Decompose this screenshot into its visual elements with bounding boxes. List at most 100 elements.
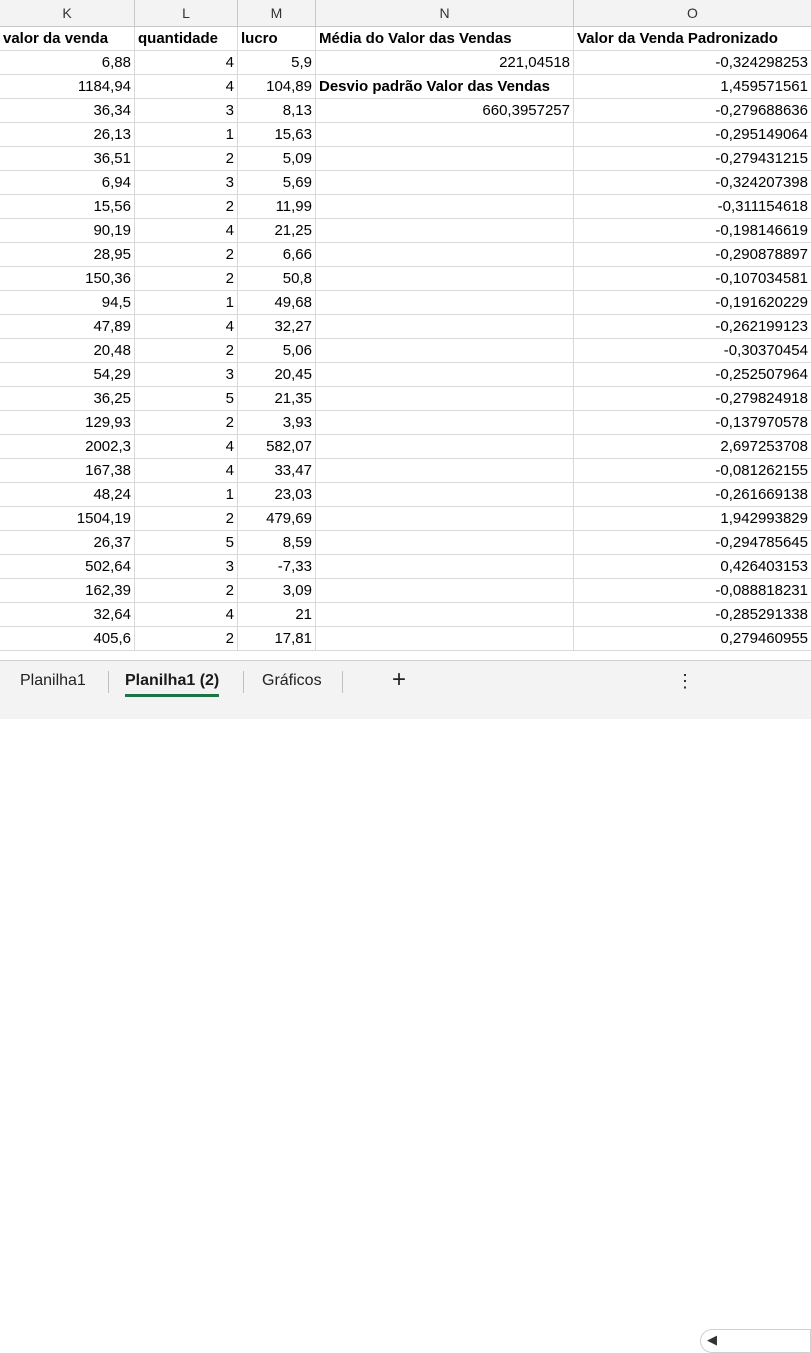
spreadsheet-grid[interactable]: K L M N O valor da venda quantidade lucr… bbox=[0, 0, 811, 660]
cell-n[interactable]: 221,04518 bbox=[316, 51, 574, 75]
cell-n[interactable] bbox=[316, 291, 574, 315]
cell-n[interactable]: Desvio padrão Valor das Vendas bbox=[316, 75, 574, 99]
cell-valor-venda[interactable]: 15,56 bbox=[0, 195, 135, 219]
cell-header-padronizado[interactable]: Valor da Venda Padronizado bbox=[574, 27, 811, 51]
cell-valor-venda[interactable]: 6,94 bbox=[0, 171, 135, 195]
cell-valor-venda[interactable]: 54,29 bbox=[0, 363, 135, 387]
cell-quantidade[interactable]: 1 bbox=[135, 483, 238, 507]
cell-lucro[interactable]: 15,63 bbox=[238, 123, 316, 147]
cell-n[interactable] bbox=[316, 603, 574, 627]
cell-padronizado[interactable]: -0,137970578 bbox=[574, 411, 811, 435]
cell-header-media[interactable]: Média do Valor das Vendas bbox=[316, 27, 574, 51]
cell-n[interactable] bbox=[316, 627, 574, 651]
cell-padronizado[interactable]: -0,285291338 bbox=[574, 603, 811, 627]
cell-valor-venda[interactable]: 2002,3 bbox=[0, 435, 135, 459]
cell-quantidade[interactable]: 2 bbox=[135, 267, 238, 291]
cell-n[interactable] bbox=[316, 411, 574, 435]
cell-quantidade[interactable]: 4 bbox=[135, 603, 238, 627]
cell-n[interactable] bbox=[316, 267, 574, 291]
column-header-l[interactable]: L bbox=[135, 0, 238, 26]
cell-lucro[interactable]: 20,45 bbox=[238, 363, 316, 387]
cell-lucro[interactable]: 479,69 bbox=[238, 507, 316, 531]
cell-quantidade[interactable]: 4 bbox=[135, 315, 238, 339]
cell-quantidade[interactable]: 2 bbox=[135, 579, 238, 603]
cell-padronizado[interactable]: -0,107034581 bbox=[574, 267, 811, 291]
cell-padronizado[interactable]: -0,262199123 bbox=[574, 315, 811, 339]
cell-lucro[interactable]: 32,27 bbox=[238, 315, 316, 339]
cell-lucro[interactable]: 8,59 bbox=[238, 531, 316, 555]
cell-quantidade[interactable]: 4 bbox=[135, 435, 238, 459]
cell-padronizado[interactable]: -0,279824918 bbox=[574, 387, 811, 411]
cell-lucro[interactable]: 3,09 bbox=[238, 579, 316, 603]
cell-valor-venda[interactable]: 36,25 bbox=[0, 387, 135, 411]
column-header-o[interactable]: O bbox=[574, 0, 811, 26]
cell-padronizado[interactable]: -0,294785645 bbox=[574, 531, 811, 555]
cell-n[interactable] bbox=[316, 243, 574, 267]
cell-quantidade[interactable]: 3 bbox=[135, 171, 238, 195]
column-header-k[interactable]: K bbox=[0, 0, 135, 26]
cell-lucro[interactable]: 104,89 bbox=[238, 75, 316, 99]
cell-header-valor-venda[interactable]: valor da venda bbox=[0, 27, 135, 51]
cell-valor-venda[interactable]: 26,37 bbox=[0, 531, 135, 555]
cell-valor-venda[interactable]: 1504,19 bbox=[0, 507, 135, 531]
cell-valor-venda[interactable]: 162,39 bbox=[0, 579, 135, 603]
cell-padronizado[interactable]: 0,426403153 bbox=[574, 555, 811, 579]
cell-n[interactable] bbox=[316, 195, 574, 219]
cell-n[interactable] bbox=[316, 483, 574, 507]
cell-padronizado[interactable]: 2,697253708 bbox=[574, 435, 811, 459]
tab-graficos[interactable]: Gráficos bbox=[262, 661, 322, 703]
tab-planilha1[interactable]: Planilha1 bbox=[20, 661, 86, 703]
cell-quantidade[interactable]: 3 bbox=[135, 99, 238, 123]
add-sheet-button[interactable]: + bbox=[392, 661, 406, 703]
column-header-n[interactable]: N bbox=[316, 0, 574, 26]
cell-valor-venda[interactable]: 47,89 bbox=[0, 315, 135, 339]
cell-header-quantidade[interactable]: quantidade bbox=[135, 27, 238, 51]
cell-valor-venda[interactable]: 36,51 bbox=[0, 147, 135, 171]
cell-valor-venda[interactable]: 150,36 bbox=[0, 267, 135, 291]
cell-padronizado[interactable]: 1,459571561 bbox=[574, 75, 811, 99]
cell-n[interactable] bbox=[316, 435, 574, 459]
cell-n[interactable] bbox=[316, 555, 574, 579]
cell-padronizado[interactable]: -0,261669138 bbox=[574, 483, 811, 507]
cell-n[interactable] bbox=[316, 507, 574, 531]
cell-lucro[interactable]: 21,35 bbox=[238, 387, 316, 411]
cell-quantidade[interactable]: 4 bbox=[135, 459, 238, 483]
cell-lucro[interactable]: 8,13 bbox=[238, 99, 316, 123]
cell-n[interactable] bbox=[316, 339, 574, 363]
cell-quantidade[interactable]: 2 bbox=[135, 411, 238, 435]
cell-padronizado[interactable]: -0,324298253 bbox=[574, 51, 811, 75]
cell-padronizado[interactable]: -0,252507964 bbox=[574, 363, 811, 387]
cell-padronizado[interactable]: -0,081262155 bbox=[574, 459, 811, 483]
cell-valor-venda[interactable]: 6,88 bbox=[0, 51, 135, 75]
cell-quantidade[interactable]: 4 bbox=[135, 51, 238, 75]
cell-quantidade[interactable]: 2 bbox=[135, 147, 238, 171]
cell-n[interactable] bbox=[316, 579, 574, 603]
cell-quantidade[interactable]: 2 bbox=[135, 507, 238, 531]
cell-n[interactable] bbox=[316, 387, 574, 411]
cell-lucro[interactable]: 5,69 bbox=[238, 171, 316, 195]
cell-lucro[interactable]: 17,81 bbox=[238, 627, 316, 651]
cell-lucro[interactable]: 23,03 bbox=[238, 483, 316, 507]
cell-valor-venda[interactable]: 502,64 bbox=[0, 555, 135, 579]
cell-quantidade[interactable]: 2 bbox=[135, 243, 238, 267]
cell-n[interactable] bbox=[316, 219, 574, 243]
cell-lucro[interactable]: 5,09 bbox=[238, 147, 316, 171]
cell-padronizado[interactable]: -0,295149064 bbox=[574, 123, 811, 147]
cell-n[interactable] bbox=[316, 531, 574, 555]
cell-lucro[interactable]: 6,66 bbox=[238, 243, 316, 267]
cell-valor-venda[interactable]: 48,24 bbox=[0, 483, 135, 507]
cell-quantidade[interactable]: 1 bbox=[135, 123, 238, 147]
cell-lucro[interactable]: 3,93 bbox=[238, 411, 316, 435]
cell-n[interactable] bbox=[316, 147, 574, 171]
cell-quantidade[interactable]: 3 bbox=[135, 555, 238, 579]
cell-padronizado[interactable]: -0,088818231 bbox=[574, 579, 811, 603]
cell-quantidade[interactable]: 1 bbox=[135, 291, 238, 315]
cell-padronizado[interactable]: -0,279431215 bbox=[574, 147, 811, 171]
cell-lucro[interactable]: 582,07 bbox=[238, 435, 316, 459]
cell-valor-venda[interactable]: 405,6 bbox=[0, 627, 135, 651]
cell-padronizado[interactable]: -0,279688636 bbox=[574, 99, 811, 123]
cell-padronizado[interactable]: 0,279460955 bbox=[574, 627, 811, 651]
cell-valor-venda[interactable]: 26,13 bbox=[0, 123, 135, 147]
cell-valor-venda[interactable]: 32,64 bbox=[0, 603, 135, 627]
cell-valor-venda[interactable]: 1184,94 bbox=[0, 75, 135, 99]
